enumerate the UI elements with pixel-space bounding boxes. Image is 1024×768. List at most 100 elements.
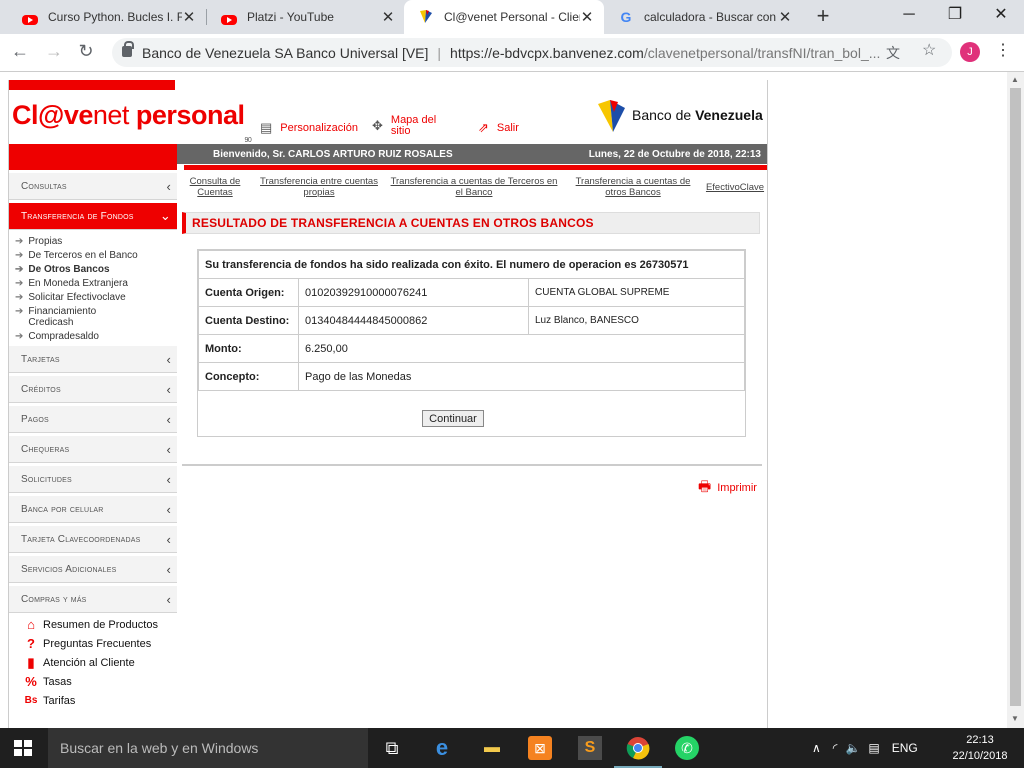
menu-label: Compras y más (21, 593, 87, 605)
submenu-financiamiento-credicash[interactable]: ➔ Financiamiento Credicash (9, 306, 177, 328)
submenu-propias[interactable]: ➔ Propias (9, 236, 177, 247)
profile-avatar[interactable]: J (960, 42, 980, 62)
atencion-al-cliente-link[interactable]: ▮ Atención al Cliente (9, 653, 177, 672)
sidebar-item-servicios-adicionales[interactable]: Servicios Adicionales ‹ (9, 555, 177, 583)
whatsapp-icon[interactable]: ✆ (675, 736, 699, 760)
clavenet-logo[interactable]: Cl@venet personal 90 (12, 100, 252, 144)
subnav-consulta-de-cuentas[interactable]: Consulta de Cuentas (184, 176, 246, 198)
sidebar-item-transferencia-de-fondos[interactable]: Transferencia de Fondos ⌄ (9, 202, 177, 230)
submenu-label: De Terceros en el Banco (28, 250, 138, 261)
file-explorer-icon[interactable]: ▬ (480, 736, 504, 760)
subnav-transferencia-otros-bancos[interactable]: Transferencia a cuentas de otros Bancos (566, 176, 700, 198)
reload-icon[interactable]: ↻ (76, 41, 96, 62)
lock-icon[interactable] (122, 41, 134, 57)
bank-name: Banco de (632, 107, 696, 123)
menu-label: Solicitudes (21, 473, 72, 485)
scroll-down-icon[interactable]: ▼ (1011, 714, 1019, 723)
back-icon[interactable]: ← (10, 41, 30, 62)
sidebar-item-tarjeta-clavecoordenadas[interactable]: Tarjeta Clavecoordenadas ‹ (9, 525, 177, 553)
sidebar-item-solicitudes[interactable]: Solicitudes ‹ (9, 465, 177, 493)
bookmark-star-icon[interactable]: ☆ (922, 40, 936, 60)
maximize-button[interactable]: ❐ (932, 0, 978, 30)
destination-account-label: Cuenta Destino: (198, 306, 299, 335)
logo-part: personal (128, 100, 245, 130)
fees-icon: Bs (24, 695, 38, 706)
close-tab-icon[interactable]: ✕ (778, 8, 792, 26)
settings-icon: ▤ (260, 120, 273, 135)
task-view-icon[interactable]: ⧉ (380, 736, 404, 760)
browser-tab-python[interactable]: Curso Python. Bucles I. Fo ✕ (8, 0, 206, 34)
close-tab-icon[interactable]: ✕ (381, 8, 395, 26)
resumen-de-productos-link[interactable]: ⌂ Resumen de Productos (9, 615, 177, 634)
chrome-icon[interactable] (614, 736, 662, 768)
arrow-right-icon: ➔ (15, 236, 24, 247)
address-bar[interactable]: Banco de Venezuela SA Banco Universal [V… (112, 38, 952, 67)
system-tray: ∧ ◜ 🔈 ▤ ENG (812, 728, 918, 768)
new-tab-button[interactable]: + (813, 3, 833, 29)
scrollbar-thumb[interactable] (1010, 88, 1021, 706)
tasas-link[interactable]: % Tasas (9, 672, 177, 691)
home-icon: ⌂ (27, 617, 35, 632)
browser-tab-google[interactable]: G calculadora - Buscar con ✕ (604, 0, 802, 34)
close-window-button[interactable]: ✕ (978, 0, 1024, 30)
sidebar-item-creditos[interactable]: Créditos ‹ (9, 375, 177, 403)
subnav-transferencia-terceros[interactable]: Transferencia a cuentas de Terceros en e… (388, 176, 560, 198)
submenu-compradesaldo[interactable]: ➔ Compradesaldo (9, 331, 177, 342)
close-tab-icon[interactable]: ✕ (182, 8, 196, 26)
imprimir-link[interactable]: 🖶 Imprimir (698, 476, 757, 500)
forward-icon[interactable]: → (44, 41, 64, 62)
continuar-button[interactable]: Continuar (422, 410, 484, 427)
success-message: Su transferencia de fondos ha sido reali… (198, 250, 745, 279)
submenu-de-terceros[interactable]: ➔ De Terceros en el Banco (9, 250, 177, 261)
windows-start-icon[interactable] (14, 740, 32, 756)
minimize-button[interactable]: ─ (886, 0, 932, 30)
browser-tab-clavenet[interactable]: Cl@venet Personal - Clien ✕ (404, 0, 604, 34)
salir-link[interactable]: ⇗ Salir (478, 120, 519, 136)
scroll-up-icon[interactable]: ▲ (1011, 75, 1019, 84)
sidebar-item-consultas[interactable]: Consultas ‹ (9, 172, 177, 200)
tab-title: Cl@venet Personal - Clien (444, 10, 580, 24)
sublime-text-icon[interactable]: S (578, 736, 602, 760)
show-hidden-icons-icon[interactable]: ∧ (812, 741, 821, 755)
edge-icon[interactable]: e (430, 736, 454, 760)
submenu-label: Propias (28, 236, 63, 247)
menu-label: Consultas (21, 180, 67, 192)
volume-icon[interactable]: 🔈 (845, 741, 860, 755)
tarifas-link[interactable]: Bs Tarifas (9, 691, 177, 710)
submenu-label: De Otros Bancos (28, 264, 110, 275)
tab-title: Curso Python. Bucles I. Fo (48, 10, 182, 24)
mapa-del-sitio-link[interactable]: ✥ Mapa del sitio (372, 115, 462, 137)
page-scrollbar[interactable]: ▲ ▼ (1007, 72, 1024, 728)
logo-part: Cl@ve (12, 100, 93, 130)
notifications-icon[interactable]: ▤ (868, 741, 879, 755)
taskbar-search-box[interactable]: Buscar en la web y en Windows (48, 728, 368, 768)
sidebar-item-compras-y-mas[interactable]: Compras y más ‹ (9, 585, 177, 613)
amount-label: Monto: (198, 334, 299, 363)
origin-account-desc: CUENTA GLOBAL SUPREME (528, 278, 745, 307)
subnav-transferencia-propias[interactable]: Transferencia entre cuentas propias (252, 176, 386, 198)
sidebar-item-chequeras[interactable]: Chequeras ‹ (9, 435, 177, 463)
preguntas-frecuentes-link[interactable]: ? Preguntas Frecuentes (9, 634, 177, 653)
submenu-solicitar-efectivoclave[interactable]: ➔ Solicitar Efectivoclave (9, 292, 177, 303)
bdv-logo-icon (598, 98, 626, 132)
chevron-left-icon: ‹ (166, 381, 171, 397)
submenu-moneda-extranjera[interactable]: ➔ En Moneda Extranjera (9, 278, 177, 289)
subnav-efectivoclave[interactable]: EfectivoClave (702, 176, 768, 198)
transfer-subnav: Consulta de Cuentas Transferencia entre … (184, 176, 768, 198)
taskbar-clock[interactable]: 22:13 22/10/2018 (946, 732, 1014, 764)
windows-taskbar: Buscar en la web y en Windows ⧉ e ▬ ⊠ S … (0, 728, 1024, 768)
language-indicator[interactable]: ENG (892, 741, 918, 755)
chevron-left-icon: ‹ (166, 531, 171, 547)
link-label: Salir (496, 122, 519, 134)
close-tab-icon[interactable]: ✕ (580, 8, 594, 26)
sidebar-item-banca-por-celular[interactable]: Banca por celular ‹ (9, 495, 177, 523)
browser-menu-icon[interactable]: ⋮ (995, 40, 1011, 60)
sidebar-item-pagos[interactable]: Pagos ‹ (9, 405, 177, 433)
submenu-de-otros-bancos[interactable]: ➔ De Otros Bancos (9, 264, 177, 275)
xampp-icon[interactable]: ⊠ (528, 736, 552, 760)
sidebar-item-tarjetas[interactable]: Tarjetas ‹ (9, 345, 177, 373)
browser-tab-platzi[interactable]: Platzi - YouTube ✕ (207, 0, 405, 34)
personalizacion-link[interactable]: ▤ Personalización (260, 120, 358, 136)
wifi-icon[interactable]: ◜ (833, 741, 838, 755)
translate-icon[interactable]: 文 (886, 43, 900, 63)
